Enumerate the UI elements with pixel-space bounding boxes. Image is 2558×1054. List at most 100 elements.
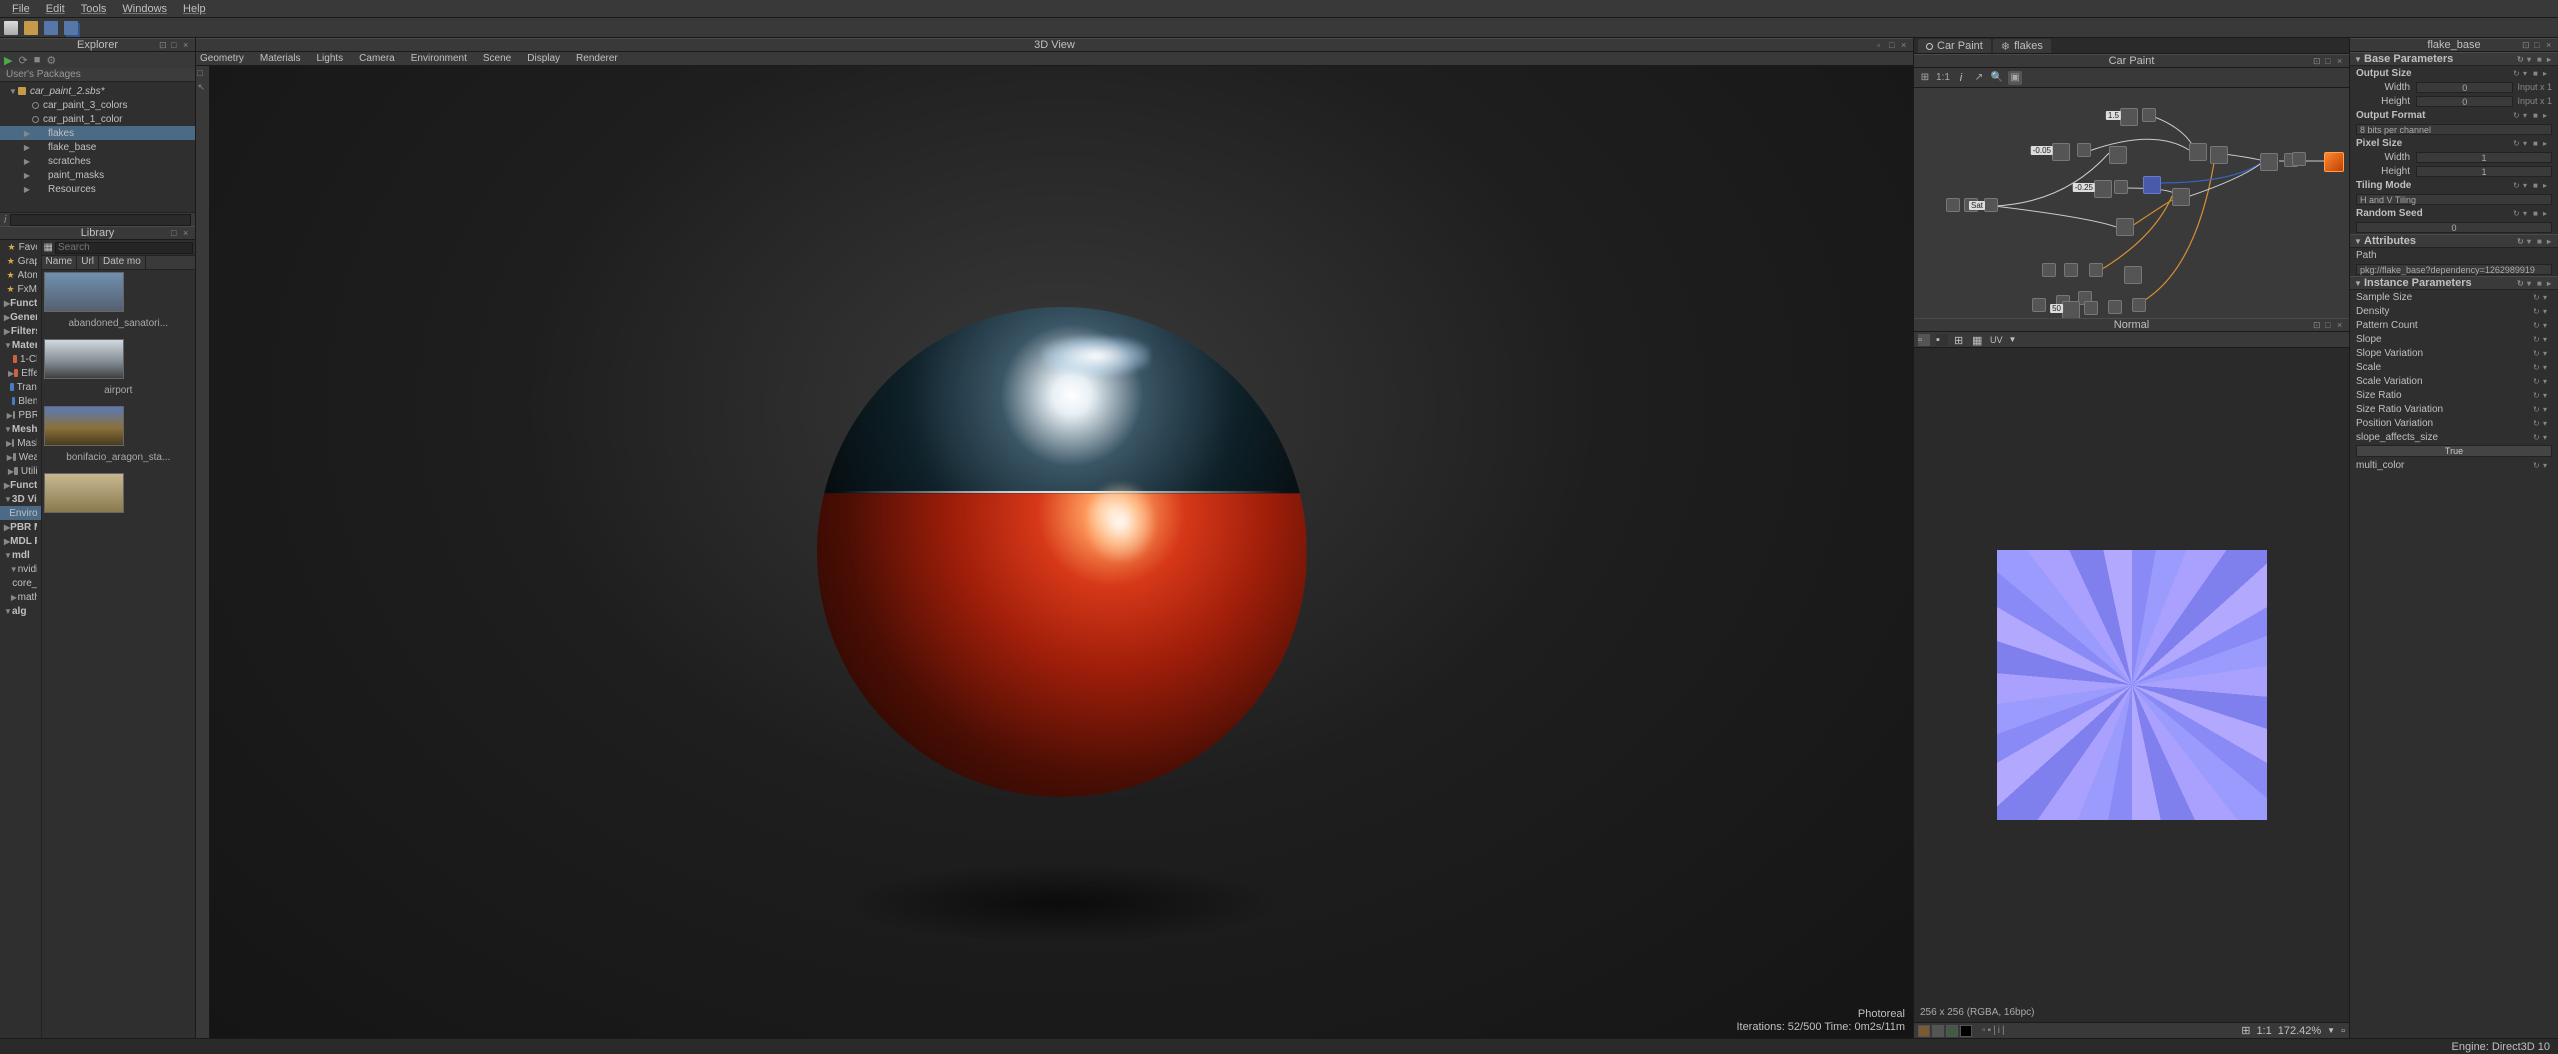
graph-node[interactable] [2032, 298, 2046, 312]
lib-category[interactable]: ▼Material Filters [0, 338, 41, 352]
view3d-menu-lights[interactable]: Lights [316, 53, 343, 64]
thumbnail-item[interactable]: airport [42, 337, 195, 404]
maximize-icon[interactable]: □ [1889, 40, 1899, 50]
tree-item[interactable]: ▶scratches [0, 154, 195, 168]
tree-item[interactable]: ▼car_paint_2.sbs* [0, 84, 195, 98]
graph-node[interactable] [2189, 143, 2207, 161]
export-icon[interactable]: ▫ [2341, 1025, 2345, 1037]
grid-icon[interactable]: ⊞ [1954, 334, 1966, 346]
normal-viewport[interactable]: 256 x 256 (RGBA, 16bpc) [1914, 348, 2349, 1022]
lib-category[interactable]: ▶PBR Materials [0, 520, 41, 534]
tile-icon[interactable]: ▦ [1972, 334, 1984, 346]
maximize-icon[interactable]: □ [2534, 40, 2544, 50]
footer-icon[interactable]: ▫ [1982, 1025, 1986, 1037]
menu-tools[interactable]: Tools [73, 3, 115, 15]
graph-tab[interactable]: Car Paint [1918, 39, 1991, 53]
refresh-icon[interactable]: ⟳ [18, 54, 27, 67]
lib-category[interactable]: ▶Function Nodes [0, 296, 41, 310]
zoom-icon[interactable]: 🔍 [1990, 71, 2004, 85]
camera-icon[interactable]: ▫ [1877, 40, 1887, 50]
grid-icon[interactable]: ▦ [44, 242, 53, 253]
pin-icon[interactable]: ⊡ [159, 40, 169, 50]
save-all-icon[interactable] [64, 21, 78, 35]
column-header[interactable]: Name [42, 256, 78, 269]
view3d-menu-materials[interactable]: Materials [260, 53, 301, 64]
lib-category[interactable]: ★Atomic Nodes [0, 268, 41, 282]
close-icon[interactable]: × [2337, 56, 2347, 66]
fit-icon[interactable]: ⊞ [1918, 71, 1932, 85]
graph-node[interactable] [2108, 300, 2122, 314]
graph-tab[interactable]: ❄flakes [1993, 39, 2051, 53]
graph-node[interactable] [2210, 146, 2228, 164]
prop-input[interactable]: pkg://flake_base?dependency=1262989919 [2356, 264, 2552, 275]
chevron-down-icon[interactable]: ▼ [2327, 1026, 2335, 1035]
maximize-icon[interactable]: □ [171, 40, 181, 50]
footer-ratio[interactable]: 1:1 [2256, 1025, 2271, 1037]
view3d-menu-geometry[interactable]: Geometry [200, 53, 244, 64]
lib-category[interactable]: ★FxMap Nodes [0, 282, 41, 296]
section-header[interactable]: ▼Instance Parameters↻▾■▸ [2350, 276, 2558, 290]
prop-param[interactable]: Size Ratio Variation↻▾ [2350, 402, 2558, 416]
maximize-tool-icon[interactable]: □ [198, 68, 208, 78]
lib-category[interactable]: ▶math [0, 590, 41, 604]
graph-node[interactable] [2064, 263, 2078, 277]
prop-param[interactable]: Scale Variation↻▾ [2350, 374, 2558, 388]
graph-node[interactable] [2260, 153, 2278, 171]
new-icon[interactable] [4, 21, 18, 35]
maximize-icon[interactable]: □ [171, 228, 181, 238]
lib-category[interactable]: ▼alg [0, 604, 41, 618]
tree-item[interactable]: ▶flakes [0, 126, 195, 140]
lib-category[interactable]: 1-Click [0, 352, 41, 366]
maximize-icon[interactable]: □ [2325, 56, 2335, 66]
uv-label[interactable]: UV [1990, 335, 2003, 345]
lib-category[interactable]: core_definitions [0, 576, 41, 590]
graph-node[interactable] [2042, 263, 2056, 277]
tree-item[interactable]: ▶flake_base [0, 140, 195, 154]
pin-icon[interactable]: ⊡ [2313, 320, 2323, 330]
thumbnail-item[interactable]: abandoned_sanatori... [42, 270, 195, 337]
graph-node[interactable] [2324, 152, 2344, 172]
tree-item[interactable]: ▶paint_masks [0, 168, 195, 182]
find-icon[interactable]: i [4, 214, 6, 226]
lib-category[interactable]: ▶Weathering [0, 450, 41, 464]
graph-node[interactable] [2292, 152, 2306, 166]
tree-item[interactable]: car_paint_1_color [0, 112, 195, 126]
view3d-menu-display[interactable]: Display [527, 53, 560, 64]
explorer-find-input[interactable] [10, 214, 191, 226]
view3d-menu-renderer[interactable]: Renderer [576, 53, 618, 64]
footer-icon[interactable]: i [1998, 1025, 2000, 1037]
prop-input[interactable]: 8 bits per channel [2356, 124, 2552, 135]
lib-category[interactable]: ▼Mesh Adaptive [0, 422, 41, 436]
lib-category[interactable]: Blending [0, 394, 41, 408]
maximize-icon[interactable]: □ [2325, 320, 2335, 330]
menu-file[interactable]: File [4, 3, 38, 15]
prop-param[interactable]: Size Ratio↻▾ [2350, 388, 2558, 402]
thumbnail-item[interactable] [42, 471, 195, 527]
graph-node[interactable] [2142, 108, 2156, 122]
prop-param[interactable]: Pattern Count↻▾ [2350, 318, 2558, 332]
tree-item[interactable]: ▶Resources [0, 182, 195, 196]
footer-icon[interactable]: ▪ [1988, 1025, 1992, 1037]
lib-category[interactable]: ▶PBR Utilities [0, 408, 41, 422]
graph-node[interactable]: -0.25 [2094, 180, 2112, 198]
lib-category[interactable]: ▶Functions [0, 478, 41, 492]
prop-param[interactable]: Sample Size↻▾ [2350, 290, 2558, 304]
lib-category[interactable]: ▶Filters [0, 324, 41, 338]
menu-windows[interactable]: Windows [114, 3, 175, 15]
graph-node[interactable] [2109, 146, 2127, 164]
graph-node[interactable] [2116, 218, 2134, 236]
graph-node[interactable]: 50 [2062, 301, 2080, 318]
footer-icon[interactable]: | [1993, 1025, 1996, 1037]
graph-node[interactable]: -0.05 [2052, 143, 2070, 161]
save-icon[interactable] [44, 21, 58, 35]
menu-edit[interactable]: Edit [38, 3, 73, 15]
lib-category[interactable]: ▼3D View [0, 492, 41, 506]
lib-category[interactable]: ▶Effects [0, 366, 41, 380]
graph-node[interactable]: Sat [1984, 198, 1998, 212]
graph-node[interactable] [2114, 180, 2128, 194]
close-icon[interactable]: × [183, 228, 193, 238]
lib-category[interactable]: ★Graph Items [0, 254, 41, 268]
tree-item[interactable]: car_paint_3_colors [0, 98, 195, 112]
prop-param[interactable]: Density↻▾ [2350, 304, 2558, 318]
graph-node[interactable] [2089, 263, 2103, 277]
